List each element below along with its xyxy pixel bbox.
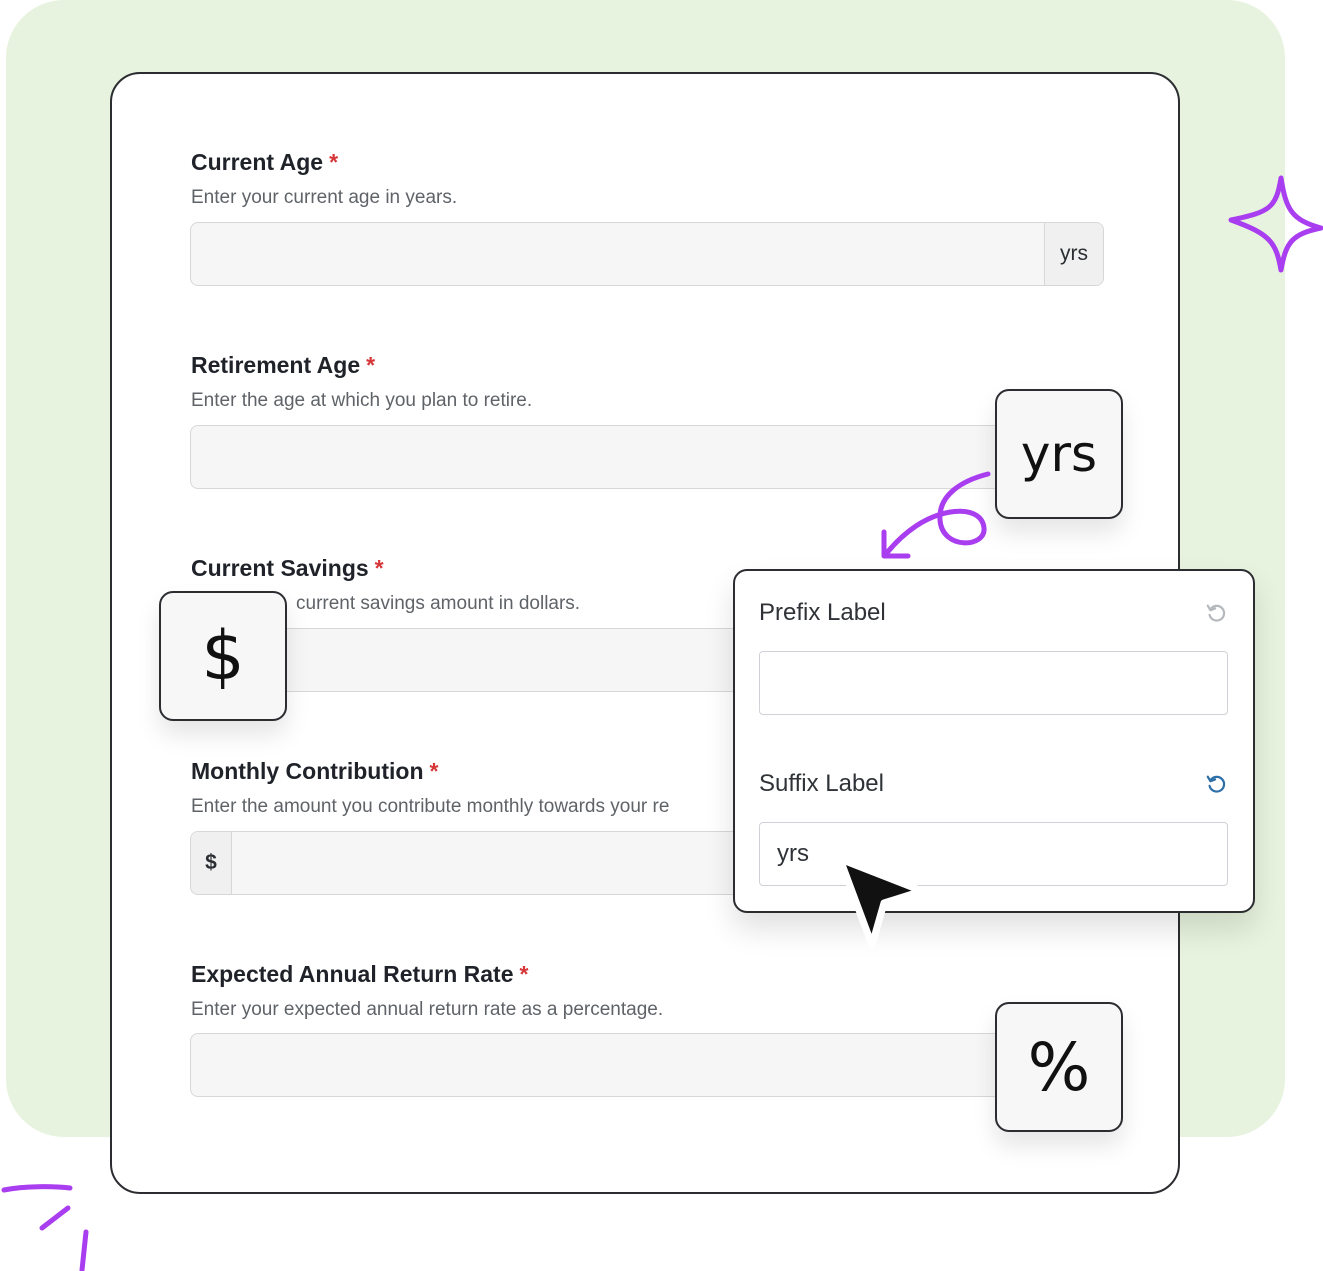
curly-arrow-icon	[881, 471, 991, 559]
percent-chip: %	[995, 1002, 1123, 1132]
monthly-contribution-prefix: $	[191, 832, 232, 894]
suffix-label-heading: Suffix Label	[759, 770, 884, 797]
current-savings-label: Current Savings *	[191, 555, 384, 581]
scribble-icon	[1, 1184, 89, 1271]
current-age-suffix: yrs	[1044, 223, 1103, 285]
reset-icon[interactable]	[1205, 602, 1227, 624]
prefix-label-input[interactable]	[759, 651, 1228, 715]
return-rate-help: Enter your expected annual return rate a…	[191, 999, 664, 1020]
monthly-contribution-help: Enter the amount you contribute monthly …	[191, 796, 670, 817]
prefix-label-heading: Prefix Label	[759, 599, 886, 626]
dollar-chip: $	[159, 591, 287, 721]
suffix-label-input[interactable]: yrs	[759, 822, 1228, 886]
reset-icon[interactable]	[1205, 773, 1227, 795]
monthly-contribution-label: Monthly Contribution *	[191, 758, 439, 784]
return-rate-label: Expected Annual Return Rate *	[191, 961, 529, 987]
yrs-chip: yrs	[995, 389, 1123, 519]
current-age-label: Current Age *	[191, 149, 339, 175]
retirement-age-label: Retirement Age *	[191, 352, 376, 378]
retirement-age-help: Enter the age at which you plan to retir…	[191, 390, 533, 411]
prefix-suffix-popover: Prefix Label Suffix Label yrs	[733, 569, 1255, 913]
current-savings-help: current savings amount in dollars.	[296, 593, 581, 614]
return-rate-input[interactable]	[190, 1033, 1104, 1097]
current-age-help: Enter your current age in years.	[191, 187, 458, 208]
mouse-cursor-icon	[836, 855, 926, 949]
sparkle-icon	[1228, 175, 1323, 273]
current-age-input[interactable]: yrs	[190, 222, 1104, 286]
